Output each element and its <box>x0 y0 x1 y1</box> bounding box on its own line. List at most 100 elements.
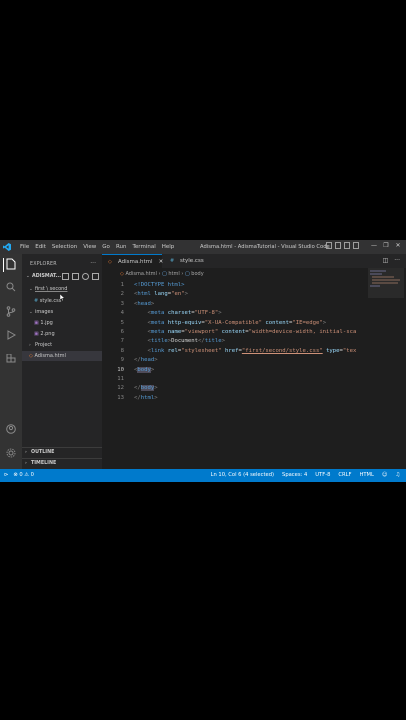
collapse-all-icon[interactable] <box>92 273 99 280</box>
code-line: <head> <box>134 300 155 307</box>
vscode-logo-icon <box>3 243 11 251</box>
problems-indicator[interactable]: ⊗ 0 ⚠ 0 <box>13 469 34 482</box>
code-line: </html> <box>134 394 158 401</box>
tree-item-label: images <box>35 309 54 315</box>
account-icon[interactable] <box>4 424 18 438</box>
tab-adisma-html[interactable]: ◇ Adisma.html ✕ <box>102 254 164 268</box>
line-number: 13 <box>117 394 124 401</box>
line-number-gutter: 1 2 3 4 5 6 7 8 9 10 11 12 13 <box>102 281 124 403</box>
project-title[interactable]: ⌄ ADISMAT... <box>26 274 61 279</box>
tab-label: Adisma.html <box>118 259 153 265</box>
element-icon: ▢ <box>162 271 167 277</box>
language-mode[interactable]: HTML <box>359 469 373 482</box>
feedback-icon[interactable]: ☺ <box>382 469 387 482</box>
minimize-button[interactable]: — <box>368 242 380 249</box>
mouse-pointer-icon <box>60 294 65 301</box>
indentation[interactable]: Spaces: 4 <box>282 469 307 482</box>
close-window-button[interactable]: ✕ <box>392 242 404 249</box>
html-file-icon: ◇ <box>29 353 33 359</box>
breadcrumb: ◇ Adisma.html › ▢ html › ▢ body <box>120 271 204 277</box>
window-title: Adisma.html - AdismaTutorial - Visual St… <box>200 243 330 250</box>
editor-actions: ◫ ··· <box>383 257 400 264</box>
menu-selection[interactable]: Selection <box>52 244 77 250</box>
tree-item-2-png[interactable]: ▣ 2.png <box>22 329 102 339</box>
customize-layout-icon[interactable] <box>353 242 359 249</box>
line-number: 9 <box>120 357 124 364</box>
menu-help[interactable]: Help <box>162 244 175 250</box>
tag-token: meta <box>150 319 165 326</box>
code-line: <meta http-equiv="X-UA-Compatible" conte… <box>147 319 327 326</box>
vscode-window: File Edit Selection View Go Run Terminal… <box>0 240 406 482</box>
line-number: 11 <box>117 375 124 382</box>
menu-view[interactable]: View <box>83 244 96 250</box>
breadcrumb-file[interactable]: Adisma.html <box>125 271 156 277</box>
notifications-bell-icon[interactable]: ♫ <box>395 469 400 482</box>
tree-item-label: first \ second <box>35 286 68 292</box>
attr-token: name <box>167 328 182 335</box>
extensions-icon[interactable] <box>4 353 18 368</box>
tab-style-css[interactable]: # style.css <box>164 254 228 268</box>
html-file-icon: ◇ <box>108 259 112 265</box>
new-file-icon[interactable] <box>62 273 69 280</box>
toggle-secondary-sidebar-icon[interactable] <box>344 242 350 249</box>
encoding[interactable]: UTF-8 <box>315 469 330 482</box>
outline-section[interactable]: › OUTLINE <box>22 447 102 457</box>
css-file-icon: # <box>34 298 39 304</box>
menu-run[interactable]: Run <box>116 244 127 250</box>
breadcrumb-body[interactable]: body <box>191 271 203 277</box>
menu-terminal[interactable]: Terminal <box>132 244 155 250</box>
search-icon[interactable] <box>4 282 18 296</box>
settings-gear-icon[interactable] <box>4 448 18 462</box>
run-debug-icon[interactable] <box>4 330 18 344</box>
remote-icon[interactable]: ⊳ <box>4 469 8 482</box>
tree-item-first-second[interactable]: ⌄ first \ second <box>22 284 102 294</box>
menu-go[interactable]: Go <box>102 244 110 250</box>
string-token: "X-UA-Compatible" <box>204 319 263 326</box>
line-number: 8 <box>120 347 124 354</box>
string-token: "first/second/style.css" <box>241 347 323 354</box>
tree-item-label: style.css <box>39 298 62 304</box>
tree-item-1-jpg[interactable]: ▣ 1.jpg <box>22 318 102 328</box>
split-editor-icon[interactable]: ◫ <box>383 257 389 264</box>
menu-edit[interactable]: Edit <box>35 244 46 250</box>
new-folder-icon[interactable] <box>72 273 79 280</box>
end-of-line[interactable]: CRLF <box>338 469 351 482</box>
chevron-right-icon: › <box>181 271 184 277</box>
explorer-toolbar <box>62 273 102 280</box>
more-actions-icon[interactable]: ··· <box>90 260 96 267</box>
timeline-section[interactable]: › TIMELINE <box>22 458 102 468</box>
string-token: "viewport" <box>184 328 219 335</box>
line-number: 3 <box>120 300 124 307</box>
tab-label: style.css <box>180 258 204 264</box>
string-token: "UTF-8" <box>194 310 219 317</box>
editor-area: ◇ Adisma.html ✕ # style.css ◫ ··· ◇ Adism… <box>102 254 406 469</box>
tree-item-adisma-html[interactable]: ◇ Adisma.html <box>22 351 102 361</box>
tree-item-label: 2.png <box>40 331 55 337</box>
source-control-icon[interactable] <box>4 306 18 320</box>
maximize-button[interactable]: ❐ <box>380 242 392 249</box>
line-number-current: 10 <box>117 366 124 373</box>
code-editor[interactable]: <!DOCTYPE html> <html lang="en"> <head> … <box>134 281 374 403</box>
tree-item-images[interactable]: ⌄ images <box>22 307 102 317</box>
window-controls: — ❐ ✕ <box>368 242 404 249</box>
close-tab-icon[interactable]: ✕ <box>159 259 164 265</box>
attr-token: http-equiv <box>167 319 202 326</box>
css-file-icon: # <box>170 258 175 264</box>
explorer-icon[interactable] <box>3 258 18 272</box>
menu-bar: File Edit Selection View Go Run Terminal… <box>20 244 180 250</box>
menu-file[interactable]: File <box>20 244 29 250</box>
cursor-position[interactable]: Ln 10, Col 6 (4 selected) <box>211 469 274 482</box>
breadcrumb-html[interactable]: html <box>168 271 179 277</box>
image-file-icon: ▣ <box>34 320 39 326</box>
tree-item-project[interactable]: › Project <box>22 340 102 350</box>
attr-token: content <box>265 319 289 326</box>
attr-token: rel <box>167 347 178 354</box>
refresh-icon[interactable] <box>82 273 89 280</box>
line-number: 12 <box>117 385 124 392</box>
toggle-sidebar-icon[interactable] <box>326 242 332 249</box>
more-actions-icon[interactable]: ··· <box>394 257 400 264</box>
toggle-panel-icon[interactable] <box>335 242 341 249</box>
code-line: <!DOCTYPE html> <box>134 281 374 290</box>
selected-tag-token: body <box>137 366 151 373</box>
minimap[interactable] <box>368 268 404 298</box>
